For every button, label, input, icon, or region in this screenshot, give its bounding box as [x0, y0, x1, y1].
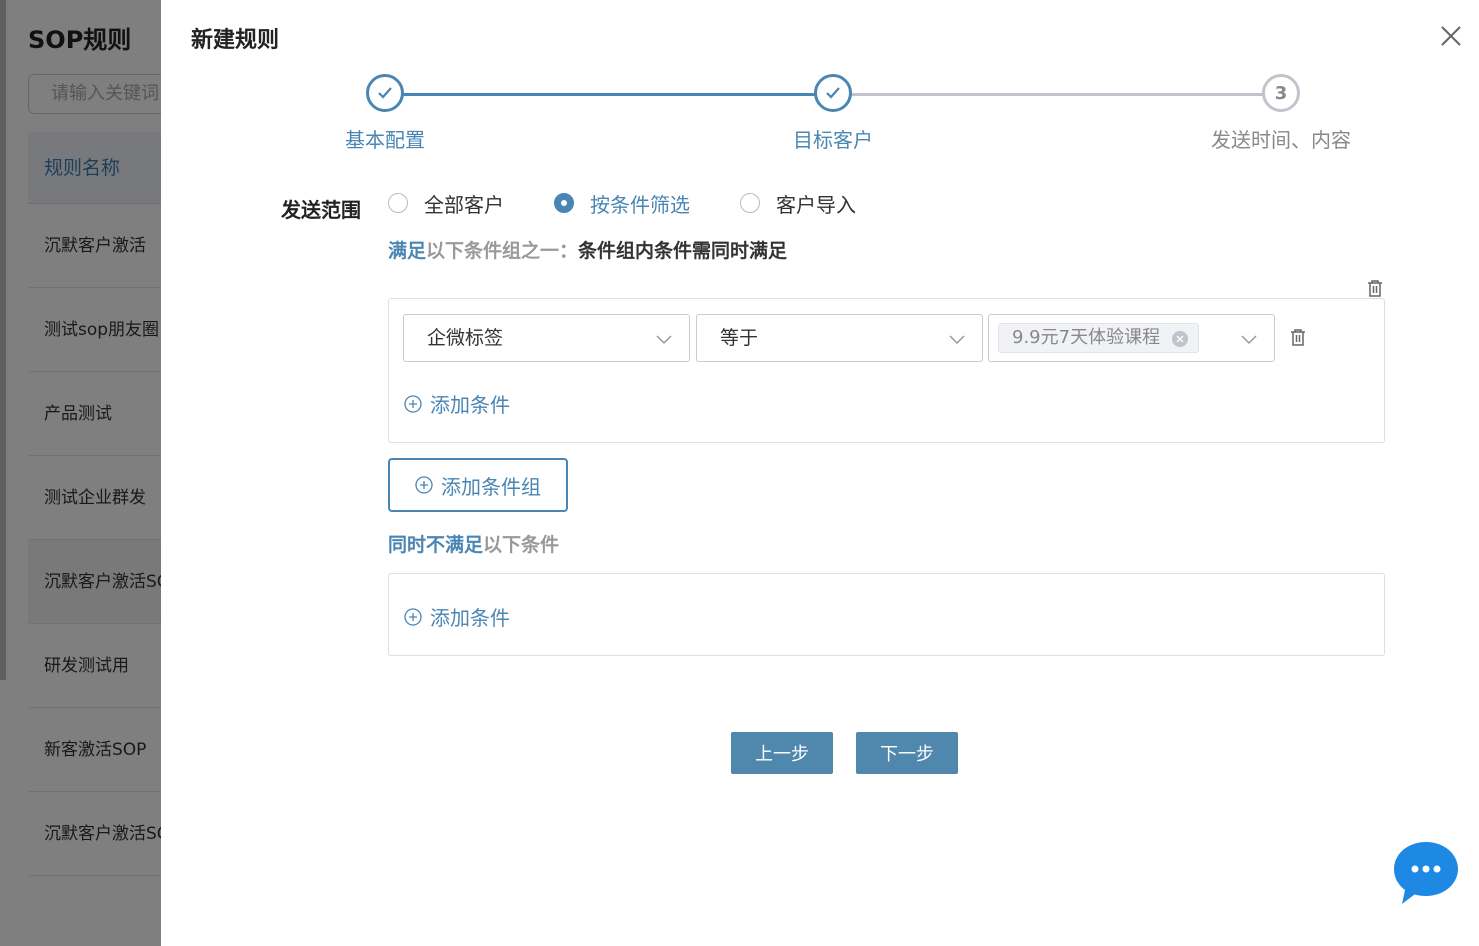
step-target-customer[interactable]: 目标客户 — [733, 74, 933, 153]
plus-circle-icon — [415, 476, 433, 494]
add-condition-label: 添加条件 — [430, 606, 510, 630]
chat-icon[interactable] — [1392, 840, 1460, 908]
title-part: 条件组内条件需同时满足 — [578, 240, 788, 262]
condition-group-title: 满足以下条件组之一：条件组内条件需同时满足 — [388, 236, 787, 263]
step-label: 目标客户 — [793, 128, 873, 152]
title-part: 以下条件组之一： — [426, 240, 579, 262]
tag-remove-icon[interactable] — [1172, 331, 1189, 347]
step-circle: 3 — [1262, 74, 1300, 112]
value-select[interactable]: 9.9元7天体验课程 — [988, 314, 1275, 362]
condition-group: 企微标签 等于 9.9元7天体验课程 添加条件 — [388, 298, 1385, 443]
delete-group-icon[interactable] — [1364, 277, 1386, 299]
radio-customer-import[interactable]: 客户导入 — [740, 189, 856, 218]
operator-select[interactable]: 等于 — [696, 314, 983, 362]
send-range-label: 发送范围 — [281, 198, 361, 222]
exclude-condition-title: 同时不满足以下条件 — [388, 530, 559, 557]
delete-condition-icon[interactable] — [1287, 326, 1309, 348]
chevron-down-icon — [656, 335, 672, 345]
step-basic-config[interactable]: 基本配置 — [285, 74, 485, 153]
radio-label: 客户导入 — [776, 192, 856, 217]
select-value: 企微标签 — [427, 327, 504, 349]
step-circle — [366, 74, 404, 112]
title-part: 以下条件 — [483, 534, 560, 556]
radio-label: 按条件筛选 — [590, 192, 690, 217]
step-label: 基本配置 — [345, 128, 425, 152]
radio-all-customers[interactable]: 全部客户 — [388, 189, 504, 218]
radio-filter-by-condition[interactable]: 按条件筛选 — [554, 189, 690, 218]
scrollbar[interactable] — [0, 0, 6, 680]
radio-dot — [740, 193, 760, 213]
step-circle — [814, 74, 852, 112]
title-part: 同时不满足 — [388, 534, 484, 556]
add-condition-group-button[interactable]: 添加条件组 — [388, 458, 568, 512]
title-part: 满足 — [388, 240, 427, 262]
select-value: 等于 — [720, 327, 759, 349]
add-condition-button[interactable]: 添加条件 — [404, 389, 510, 418]
tag-label: 9.9元7天体验课程 — [1012, 327, 1161, 348]
radio-label: 全部客户 — [424, 192, 504, 217]
add-exclude-condition-button[interactable]: 添加条件 — [404, 602, 510, 631]
steps-progress: 基本配置 目标客户 3 发送时间、内容 — [161, 74, 1479, 164]
send-range-radio-group: 全部客户 按条件筛选 客户导入 — [388, 188, 906, 218]
next-step-button[interactable]: 下一步 — [856, 732, 958, 774]
exclude-condition-group: 添加条件 — [388, 573, 1385, 656]
prev-step-button[interactable]: 上一步 — [731, 732, 833, 774]
step-label: 发送时间、内容 — [1211, 128, 1351, 152]
radio-dot — [388, 193, 408, 213]
new-rule-drawer: 新建规则 基本配置 目标客户 3 发送时间、内容 发送范围 全部客户 按条件筛选… — [161, 0, 1479, 946]
chevron-down-icon — [949, 335, 965, 345]
check-icon — [378, 87, 392, 99]
add-condition-label: 添加条件 — [430, 393, 510, 417]
field-select[interactable]: 企微标签 — [403, 314, 690, 362]
radio-dot — [554, 193, 574, 213]
add-group-label: 添加条件组 — [441, 474, 541, 499]
chevron-down-icon — [1241, 335, 1257, 345]
check-icon — [826, 87, 840, 99]
step-send-time-content[interactable]: 3 发送时间、内容 — [1181, 74, 1381, 153]
plus-circle-icon — [404, 607, 422, 626]
tag-chip: 9.9元7天体验课程 — [998, 323, 1200, 353]
close-icon[interactable] — [1439, 24, 1463, 48]
drawer-title: 新建规则 — [191, 28, 280, 53]
plus-circle-icon — [404, 394, 422, 413]
